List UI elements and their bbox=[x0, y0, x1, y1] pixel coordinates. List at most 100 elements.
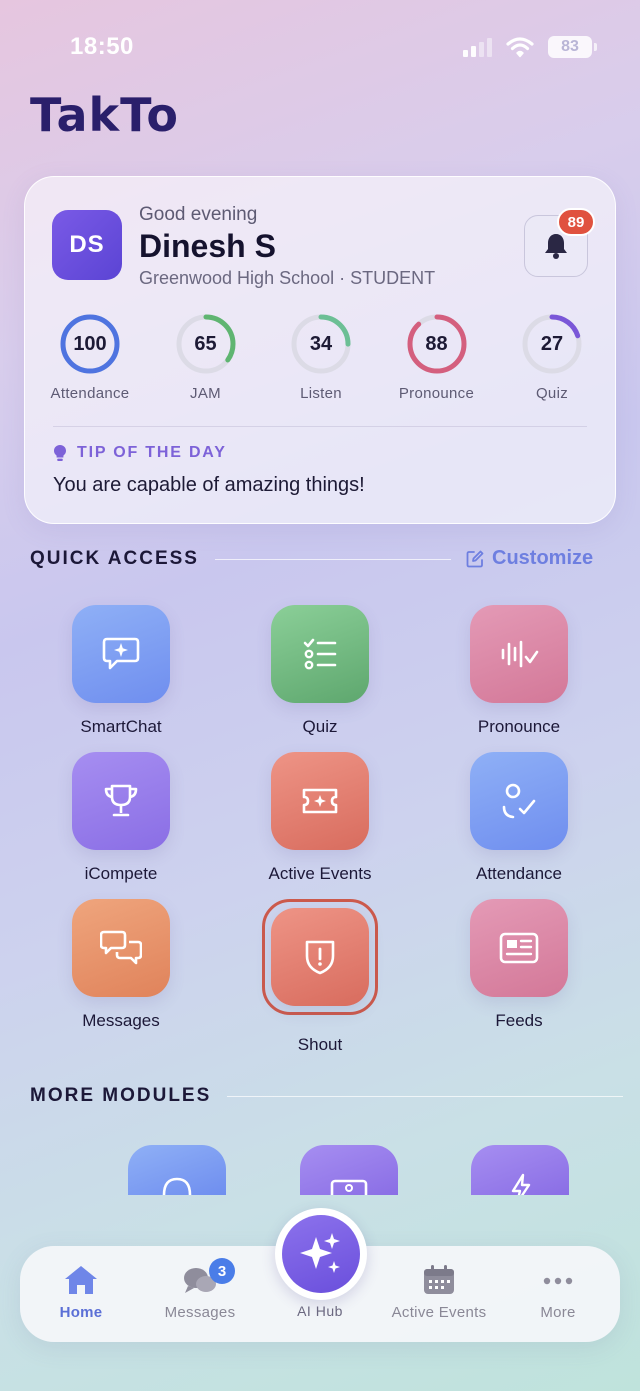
checklist-icon bbox=[303, 638, 337, 670]
stat-label: Quiz bbox=[535, 385, 569, 402]
customize-button[interactable]: Customize bbox=[466, 547, 593, 570]
divider bbox=[214, 558, 451, 560]
stat-value: 88 bbox=[425, 332, 448, 355]
bell-icon bbox=[545, 234, 567, 259]
stat-listen[interactable]: 34 Listen bbox=[266, 313, 376, 402]
tip-text: You are capable of amazing things! bbox=[53, 474, 365, 496]
more-modules-header: MORE MODULES bbox=[30, 1085, 624, 1107]
app-logo: TakTo bbox=[30, 88, 179, 142]
stat-value: 34 bbox=[309, 332, 333, 355]
ai-hub-button[interactable] bbox=[275, 1208, 367, 1300]
status-icons: 83 bbox=[463, 36, 597, 58]
person-check-icon bbox=[502, 783, 536, 819]
battery-indicator: 83 bbox=[548, 36, 597, 58]
divider bbox=[53, 426, 587, 427]
nav-active-events[interactable]: Active Events bbox=[384, 1264, 494, 1321]
greeting-text: Good evening bbox=[139, 204, 258, 225]
qa-icompete[interactable]: iCompete bbox=[46, 752, 196, 884]
avatar[interactable]: DS bbox=[52, 210, 122, 280]
qa-attendance[interactable]: Attendance bbox=[444, 752, 594, 884]
qa-label: iCompete bbox=[84, 864, 158, 883]
tip-title: TIP OF THE DAY bbox=[77, 444, 227, 461]
module-tile[interactable] bbox=[300, 1145, 398, 1195]
qa-label: Pronounce bbox=[477, 717, 561, 736]
qa-pronounce[interactable]: Pronounce bbox=[444, 605, 594, 737]
qa-icon-tile bbox=[72, 605, 170, 703]
bulb-icon bbox=[54, 445, 66, 461]
qa-icon-tile bbox=[271, 908, 369, 1006]
nav-home[interactable]: Home bbox=[26, 1264, 136, 1321]
signal-icon bbox=[463, 37, 492, 57]
wifi-icon bbox=[506, 37, 534, 58]
qa-label: Messages bbox=[82, 1011, 160, 1030]
progress-ring: 27 bbox=[521, 313, 583, 375]
qa-label: Active Events bbox=[268, 864, 372, 883]
stat-jam[interactable]: 65 JAM bbox=[151, 313, 261, 402]
qa-messages[interactable]: Messages bbox=[46, 899, 196, 1031]
qa-smartchat[interactable]: SmartChat bbox=[46, 605, 196, 737]
home-icon bbox=[65, 1266, 97, 1294]
qa-active-events[interactable]: Active Events bbox=[245, 752, 395, 884]
qa-quiz[interactable]: Quiz bbox=[245, 605, 395, 737]
nav-label: Active Events bbox=[391, 1304, 487, 1321]
status-bar: 18:50 83 bbox=[0, 0, 640, 90]
qa-shout[interactable]: Shout bbox=[245, 899, 395, 1055]
newspaper-icon bbox=[499, 932, 539, 964]
qa-label: Quiz bbox=[302, 717, 338, 736]
notification-badge: 89 bbox=[557, 208, 595, 236]
progress-ring: 34 bbox=[290, 313, 352, 375]
progress-ring: 100 bbox=[59, 313, 121, 375]
nav-more[interactable]: More bbox=[503, 1264, 613, 1321]
selected-frame bbox=[262, 899, 378, 1015]
quick-access-header: QUICK ACCESS bbox=[30, 548, 451, 570]
ai-hub-circle bbox=[282, 1215, 360, 1293]
stat-label: JAM bbox=[190, 385, 221, 402]
lightning-icon bbox=[511, 1173, 531, 1195]
messages-badge: 3 bbox=[209, 1258, 235, 1284]
qa-icon-tile bbox=[72, 752, 170, 850]
qa-label: Shout bbox=[297, 1035, 343, 1054]
ai-hub-label: AI Hub bbox=[297, 1303, 343, 1319]
waveform-check-icon bbox=[501, 640, 539, 668]
stat-value: 100 bbox=[73, 332, 107, 355]
more-dots-icon bbox=[543, 1277, 573, 1285]
school-line: Greenwood High School · STUDENT bbox=[139, 268, 436, 288]
edit-icon bbox=[466, 550, 484, 567]
stat-pronounce[interactable]: 88 Pronounce bbox=[382, 313, 492, 402]
qa-icon-tile bbox=[271, 605, 369, 703]
screen-icon bbox=[330, 1179, 368, 1195]
stat-value: 65 bbox=[194, 332, 217, 355]
divider bbox=[227, 1095, 624, 1097]
nav-label: More bbox=[540, 1304, 576, 1321]
customize-label: Customize bbox=[492, 547, 594, 569]
nav-label: Messages bbox=[164, 1304, 236, 1321]
stat-value: 27 bbox=[540, 332, 564, 355]
ticket-icon bbox=[302, 788, 338, 814]
chat-bubbles-icon bbox=[100, 930, 142, 965]
qa-icon-tile bbox=[470, 605, 568, 703]
trophy-icon bbox=[104, 784, 138, 817]
progress-ring: 88 bbox=[406, 313, 468, 375]
nav-messages[interactable]: 3 Messages bbox=[145, 1258, 255, 1321]
section-title: QUICK ACCESS bbox=[30, 548, 199, 569]
stat-label: Listen bbox=[300, 385, 342, 402]
chat-sparkle-icon bbox=[102, 637, 140, 670]
stat-quiz[interactable]: 27 Quiz bbox=[497, 313, 607, 402]
sparkles-icon bbox=[300, 1233, 340, 1273]
module-tile[interactable] bbox=[128, 1145, 226, 1195]
nav-label: Home bbox=[59, 1304, 103, 1321]
stat-label: Pronounce bbox=[398, 385, 475, 402]
profile-card: DS Good evening Dinesh S Greenwood High … bbox=[24, 176, 616, 524]
status-time: 18:50 bbox=[70, 33, 134, 60]
qa-icon-tile bbox=[470, 752, 568, 850]
stat-attendance[interactable]: 100 Attendance bbox=[35, 313, 145, 402]
module-tile[interactable] bbox=[471, 1145, 569, 1195]
qa-icon-tile bbox=[271, 752, 369, 850]
section-title: MORE MODULES bbox=[30, 1085, 212, 1106]
qa-label: Feeds bbox=[495, 1011, 543, 1030]
qa-label: SmartChat bbox=[80, 717, 162, 736]
qa-feeds[interactable]: Feeds bbox=[444, 899, 594, 1031]
qa-label: Attendance bbox=[475, 864, 562, 883]
battery-level: 83 bbox=[561, 38, 579, 55]
notifications-button[interactable]: 89 bbox=[524, 208, 595, 277]
